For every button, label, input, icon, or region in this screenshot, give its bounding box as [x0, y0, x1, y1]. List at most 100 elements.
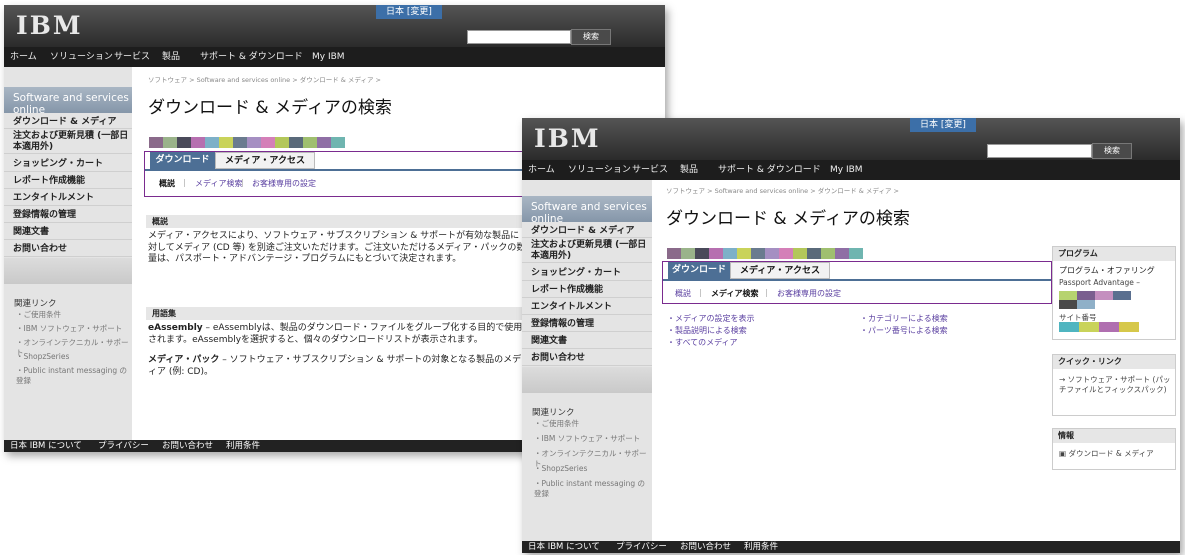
glossary-heading: 用語集	[146, 307, 534, 320]
sidebar-separator	[522, 367, 652, 393]
breadcrumb[interactable]: ソフトウェア > Software and services online > …	[666, 185, 899, 195]
link-search-by-description[interactable]: ・製品説明による検索	[667, 325, 747, 336]
related-link-terms[interactable]: ・ご使用条件	[534, 419, 579, 429]
sidebar-item-entitlements[interactable]: エンタイトルメント	[522, 299, 652, 315]
nav-services[interactable]: サービス	[632, 160, 668, 180]
sidebar-item-cart[interactable]: ショッピング・カート	[522, 265, 652, 281]
footer-terms[interactable]: 利用条件	[226, 440, 260, 452]
country-selector[interactable]: 日本 [変更]	[910, 118, 976, 132]
nav-home[interactable]: ホーム	[528, 160, 555, 180]
sidebar-item-entitlements[interactable]: エンタイトルメント	[4, 190, 132, 206]
nav-products[interactable]: 製品	[680, 160, 698, 180]
sidebar-item-orders[interactable]: 注文および更新見積 (一部日本適用外)	[522, 239, 652, 263]
page-title: ダウンロード & メディアの検索	[148, 98, 392, 118]
subtab-divider: |	[183, 178, 186, 187]
overview-heading: 概説	[146, 215, 534, 228]
masthead: IBM 日本 [変更] 検索	[4, 5, 665, 47]
subtab-overview[interactable]: 概説	[675, 288, 691, 299]
nav-my-ibm[interactable]: My IBM	[312, 47, 345, 67]
quick-links-panel: クイック・リンク → ソフトウェア・サポート (パッチファイルとフィックスパック…	[1052, 354, 1176, 416]
search-button[interactable]: 検索	[571, 29, 611, 45]
breadcrumb[interactable]: ソフトウェア > Software and services online > …	[148, 74, 381, 84]
related-link-instant-messaging[interactable]: ・Public instant messaging の登録	[534, 479, 646, 499]
info-link-downloads[interactable]: ▣ ダウンロード & メディア	[1059, 449, 1154, 459]
sidebar-item-cart[interactable]: ショッピング・カート	[4, 156, 132, 172]
footer-about[interactable]: 日本 IBM について	[528, 541, 600, 553]
subtab-divider: |	[241, 178, 244, 187]
related-links-title: 関連リンク	[532, 408, 575, 418]
sidebar-item-profile[interactable]: 登録情報の管理	[4, 207, 132, 223]
footer-terms[interactable]: 利用条件	[744, 541, 778, 553]
info-heading: 情報	[1053, 429, 1175, 443]
screenshot-media-search: IBM 日本 [変更] 検索 ホーム ソリューション サービス 製品 サポート …	[522, 118, 1180, 553]
footer-contact[interactable]: お問い合わせ	[680, 541, 731, 553]
sidebar-item-downloads[interactable]: ダウンロード & メディア	[4, 115, 132, 129]
glossary-media-pack: メディア・パック – ソフトウェア・サブスクリプション & サポートの対象となる…	[148, 355, 522, 377]
search-button[interactable]: 検索	[1092, 143, 1132, 159]
nav-my-ibm[interactable]: My IBM	[830, 160, 863, 180]
link-search-by-category[interactable]: ・カテゴリーによる検索	[860, 313, 948, 324]
glossary-eassembly: eAssembly – eAssemblyは、製品のダウンロード・ファイルをグル…	[148, 323, 523, 345]
tab-media-access[interactable]: メディア・アクセス	[730, 262, 830, 279]
subtab-divider: |	[699, 288, 702, 297]
quick-link-software-support[interactable]: → ソフトウェア・サポート (パッチファイルとフィックスパック)	[1059, 375, 1171, 395]
program-offering-label: プログラム・オファリング	[1059, 266, 1155, 275]
tab-media-access[interactable]: メディア・アクセス	[215, 152, 315, 169]
nav-solutions[interactable]: ソリューション	[50, 47, 113, 67]
nav-home[interactable]: ホーム	[10, 47, 37, 67]
sidebar-item-contact[interactable]: お問い合わせ	[522, 350, 652, 366]
nav-support-downloads[interactable]: サポート & ダウンロード	[200, 47, 303, 67]
footer: 日本 IBM について プライバシー お問い合わせ 利用条件	[522, 541, 1180, 553]
nav-products[interactable]: 製品	[162, 47, 180, 67]
ibm-logo[interactable]: IBM	[16, 11, 83, 40]
related-link-sw-support[interactable]: ・IBM ソフトウェア・サポート	[16, 324, 122, 334]
program-offering-value: Passport Advantage –	[1059, 278, 1140, 287]
related-links-title: 関連リンク	[14, 299, 57, 309]
subtab-media-search[interactable]: メディア検索	[711, 288, 758, 299]
subtab-media-search[interactable]: メディア検索	[195, 178, 242, 189]
footer-contact[interactable]: お問い合わせ	[162, 440, 213, 452]
masthead: IBM 日本 [変更] 検索	[522, 118, 1180, 160]
program-panel: プログラム プログラム・オファリング Passport Advantage – …	[1052, 246, 1176, 340]
ibm-logo[interactable]: IBM	[534, 124, 601, 153]
subtab-overview[interactable]: 概説	[159, 178, 175, 189]
subtab-preferences[interactable]: お客様専用の設定	[777, 288, 841, 299]
related-link-instant-messaging[interactable]: ・Public instant messaging の登録	[16, 366, 128, 386]
link-all-media[interactable]: ・すべてのメディア	[667, 337, 738, 348]
related-link-shopzseries[interactable]: ・ShopzSeries	[16, 352, 69, 362]
nav-services[interactable]: サービス	[114, 47, 150, 67]
sidebar-item-reports[interactable]: レポート作成機能	[4, 173, 132, 189]
footer-about[interactable]: 日本 IBM について	[10, 440, 82, 452]
nav-solutions[interactable]: ソリューション	[568, 160, 631, 180]
sidebar-separator	[4, 258, 132, 284]
tab-underline	[663, 279, 1051, 281]
link-media-settings[interactable]: ・メディアの設定を表示	[667, 313, 754, 324]
related-link-shopzseries[interactable]: ・ShopzSeries	[534, 464, 587, 474]
overview-text: メディア・アクセスにより、ソフトウェア・サブスクリプション & サポートが有効な…	[148, 231, 526, 264]
tab-download[interactable]: ダウンロード	[668, 262, 730, 279]
search-input[interactable]	[987, 144, 1092, 158]
footer-privacy[interactable]: プライバシー	[98, 440, 149, 452]
sidebar-item-profile[interactable]: 登録情報の管理	[522, 316, 652, 332]
info-panel: 情報 ▣ ダウンロード & メディア	[1052, 428, 1176, 470]
sidebar-item-orders[interactable]: 注文および更新見積 (一部日本適用外)	[4, 130, 132, 154]
related-link-sw-support[interactable]: ・IBM ソフトウェア・サポート	[534, 434, 640, 444]
link-search-by-part-number[interactable]: ・パーツ番号による検索	[860, 325, 948, 336]
nav-support-downloads[interactable]: サポート & ダウンロード	[718, 160, 821, 180]
sidebar-header[interactable]: Software and services online	[522, 196, 652, 225]
subtab-preferences[interactable]: お客様専用の設定	[252, 178, 316, 189]
sidebar-item-downloads[interactable]: ダウンロード & メディア	[522, 224, 652, 238]
quick-links-heading: クイック・リンク	[1053, 355, 1175, 369]
sidebar-item-documents[interactable]: 関連文書	[522, 333, 652, 349]
sidebar-item-documents[interactable]: 関連文書	[4, 224, 132, 240]
tab-download[interactable]: ダウンロード	[150, 152, 215, 169]
subtab-divider: |	[765, 288, 768, 297]
sidebar-item-contact[interactable]: お問い合わせ	[4, 241, 132, 257]
sidebar-header[interactable]: Software and services online	[4, 87, 132, 116]
main-nav: ホーム ソリューション サービス 製品 サポート & ダウンロード My IBM	[4, 47, 665, 67]
footer-privacy[interactable]: プライバシー	[616, 541, 667, 553]
country-selector[interactable]: 日本 [変更]	[376, 5, 442, 19]
sidebar-item-reports[interactable]: レポート作成機能	[522, 282, 652, 298]
related-link-terms[interactable]: ・ご使用条件	[16, 310, 61, 320]
search-input[interactable]	[467, 30, 571, 44]
